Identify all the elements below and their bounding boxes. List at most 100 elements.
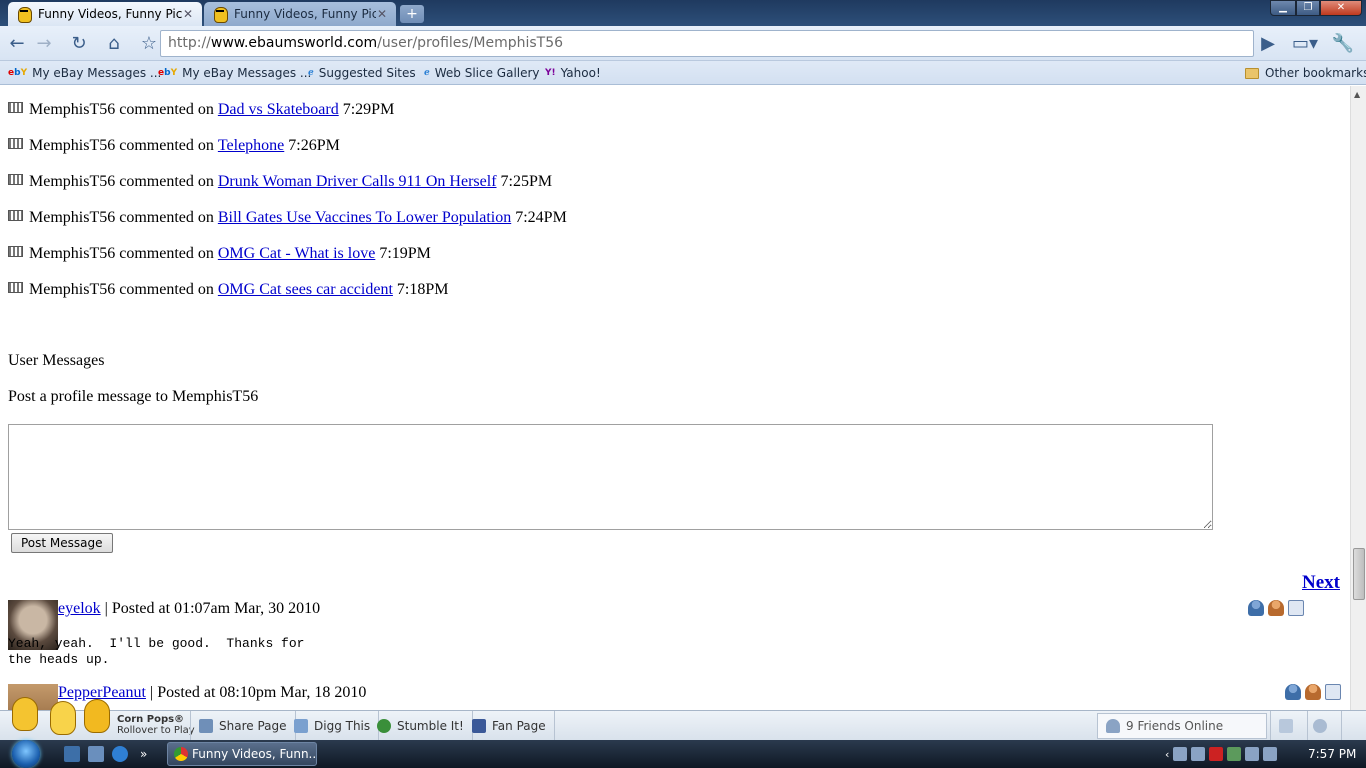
reply-message-icon[interactable] [1288,600,1304,616]
back-arrow-icon[interactable]: ← [5,32,29,56]
bookmarks-bar: ebY My eBay Messages ... ebY My eBay Mes… [0,61,1366,85]
activity-time: 7:24PM [515,209,567,226]
page-menu-icon[interactable]: ▭▾ [1290,32,1320,56]
scrollbar-thumb[interactable] [1353,548,1365,600]
scroll-up-arrow-icon[interactable]: ▲ [1354,90,1360,99]
activity-username: MemphisT56 [29,209,116,226]
ie-icon: ℯ [308,68,314,78]
close-window-button[interactable]: ✕ [1320,0,1362,16]
user-messages-heading: User Messages [8,352,105,369]
vertical-scrollbar[interactable]: ▲ [1350,86,1366,710]
corn-pops-promo[interactable]: Corn Pops® Rollover to Play [117,714,195,736]
bookmark-web-slice-gallery[interactable]: ℯ Web Slice Gallery [424,65,540,81]
activity-item: MemphisT56 commented on Telephone 7:26PM [8,136,340,156]
forward-arrow-icon[interactable]: → [32,32,56,56]
maximize-window-button[interactable]: ❐ [1296,0,1320,16]
corn-pops-mascot-icon[interactable] [50,701,76,735]
activity-item: MemphisT56 commented on Drunk Woman Driver… [8,172,552,192]
yahoo-icon: Y! [545,68,556,78]
corn-pops-mascot-icon[interactable] [12,697,38,731]
block-user-icon[interactable] [1268,600,1284,616]
activity-time: 7:29PM [342,101,395,118]
friends-online-box[interactable]: 9 Friends Online [1097,713,1267,739]
fan-page-button[interactable]: Fan Page [464,711,555,741]
mcafee-icon[interactable] [1209,747,1224,761]
tab-inactive[interactable]: Funny Videos, Funny Pict... ✕ [204,2,396,26]
stumble-it-button[interactable]: Stumble It! [369,711,473,741]
post-username-link[interactable]: PepperPeanut [58,684,146,701]
activity-video-link[interactable]: Dad vs Skateboard [218,101,339,119]
digg-icon [294,719,308,733]
tab-strip: Funny Videos, Funny Pict... ✕ Funny Vide… [0,0,1366,26]
url-scheme: http:// [168,35,211,51]
new-tab-button[interactable]: + [400,5,424,23]
tray-expand-icon[interactable]: ‹ [1165,748,1169,761]
tab-close-icon[interactable]: ✕ [182,7,194,21]
bookmark-yahoo[interactable]: Y! Yahoo! [545,65,601,81]
share-page-button[interactable]: Share Page [190,711,296,741]
bookmark-star-icon[interactable]: ☆ [137,32,161,56]
address-bar[interactable]: http://www.ebaumsworld.com/user/profiles… [160,30,1254,57]
block-user-icon[interactable] [1305,684,1321,700]
fan-page-label: Fan Page [492,719,546,733]
post-username-link[interactable]: eyelok [58,600,101,617]
bookmark-label: Yahoo! [560,66,601,80]
friends-online-label: 9 Friends Online [1126,719,1224,733]
profile-message-textarea[interactable] [8,424,1213,530]
digg-this-button[interactable]: Digg This [286,711,380,741]
quick-launch-expand-icon[interactable]: » [140,746,156,762]
share-icon [199,719,213,733]
film-strip-icon [8,137,23,149]
windows-start-icon[interactable] [8,740,44,768]
taskbar-clock[interactable]: 7:57 PM [1308,740,1356,768]
show-desktop-icon[interactable] [64,746,80,762]
bookmark-ebay-messages-2[interactable]: ebY My eBay Messages ... [158,65,311,81]
reply-message-icon[interactable] [1325,684,1341,700]
activity-video-link[interactable]: Bill Gates Use Vaccines To Lower Populat… [218,209,511,227]
wrench-menu-icon[interactable]: 🔧▾ [1328,32,1358,78]
internet-explorer-icon[interactable] [112,746,128,762]
tab-active[interactable]: Funny Videos, Funny Pict... ✕ [8,2,202,26]
add-friend-icon[interactable] [1248,600,1264,616]
bookmark-suggested-sites[interactable]: ℯ Suggested Sites [308,65,416,81]
activity-username: MemphisT56 [29,101,116,118]
broadcast-button[interactable] [1270,711,1308,741]
tray-app-icon[interactable] [1173,747,1188,761]
activity-video-link[interactable]: OMG Cat - What is love [218,245,375,263]
corn-pops-mascot-icon[interactable] [84,699,110,733]
corn-pops-title: Corn Pops® [117,714,185,725]
tray-app-icon[interactable] [1191,747,1206,761]
home-icon[interactable]: ⌂ [102,32,126,56]
message-post: eyelok | Posted at 01:07am Mar, 30 2010 … [8,600,1348,670]
film-strip-icon [8,245,23,257]
activity-username: MemphisT56 [29,281,116,298]
help-button[interactable] [1305,711,1342,741]
other-bookmarks[interactable]: Other bookmarks [1245,65,1366,81]
bookmark-label: My eBay Messages ... [32,66,162,80]
activity-time: 7:25PM [500,173,553,190]
post-message-button[interactable]: Post Message [11,533,113,553]
add-friend-icon[interactable] [1285,684,1301,700]
activity-video-link[interactable]: Drunk Woman Driver Calls 911 On Herself [218,173,497,191]
bookmark-label: My eBay Messages ... [182,66,312,80]
next-page-link[interactable]: Next [1302,572,1340,594]
activity-verb: commented on [119,101,214,118]
tab-close-icon[interactable]: ✕ [376,7,388,21]
go-play-icon[interactable]: ▶ [1256,32,1280,56]
ebaums-toolbar: Corn Pops® Rollover to Play Share Page D… [0,697,1366,741]
system-tray: ‹ [1165,740,1278,768]
volume-icon[interactable] [1263,747,1278,761]
help-icon [1313,719,1327,733]
bookmark-ebay-messages-1[interactable]: ebY My eBay Messages ... [8,65,161,81]
tray-app-icon[interactable] [1227,747,1242,761]
reload-icon[interactable]: ↻ [67,32,91,56]
activity-item: MemphisT56 commented on Bill Gates Use Vac… [8,208,567,228]
tab-title: Funny Videos, Funny Pict... [38,7,182,21]
activity-video-link[interactable]: Telephone [218,137,284,155]
network-icon[interactable] [1245,747,1260,761]
taskbar-chrome-window[interactable]: Funny Videos, Funn... [167,742,317,766]
minimize-window-button[interactable]: ▁ [1270,0,1296,16]
activity-video-link[interactable]: OMG Cat sees car accident [218,281,393,299]
url-host: www.ebaumsworld.com [210,35,378,51]
switch-windows-icon[interactable] [88,746,104,762]
